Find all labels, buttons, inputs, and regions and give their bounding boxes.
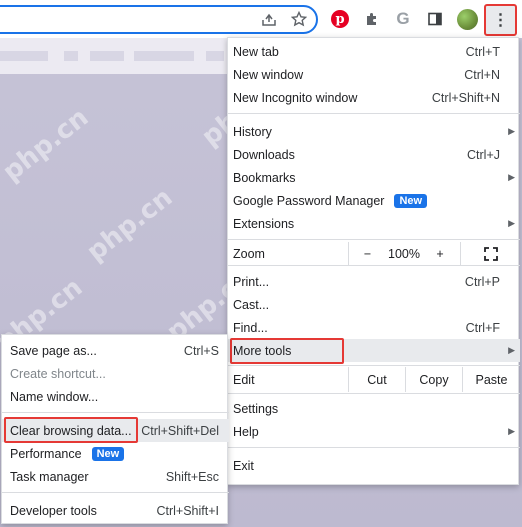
menu-item-label: Extensions [233, 216, 295, 231]
submenu-item-performance[interactable]: Performance New [2, 442, 229, 465]
menu-item-shortcut: Ctrl+P [464, 274, 500, 289]
submenu-item-name-window[interactable]: Name window... [2, 385, 229, 408]
zoom-in-button[interactable]: + [422, 242, 458, 265]
cut-button[interactable]: Cut [348, 367, 405, 392]
menu-item-find[interactable]: Find... Ctrl+F [228, 316, 520, 339]
menu-separator [228, 447, 520, 448]
submenu-item-shortcut: Ctrl+Shift+I [156, 503, 219, 518]
menu-item-edit: Edit Cut Copy Paste [228, 367, 520, 392]
menu-item-settings[interactable]: Settings [228, 397, 520, 420]
submenu-item-save-page[interactable]: Save page as... Ctrl+S [2, 339, 229, 362]
blurred-text [0, 51, 48, 61]
submenu-arrow-icon: ▶ [508, 126, 515, 136]
submenu-arrow-icon: ▶ [508, 172, 515, 182]
blurred-text [90, 51, 124, 61]
menu-separator [228, 265, 520, 266]
submenu-item-label: Performance [10, 446, 82, 461]
submenu-item-label: Name window... [10, 389, 99, 404]
menu-item-exit[interactable]: Exit [228, 454, 520, 477]
menu-item-label: Cast... [233, 297, 270, 312]
menu-separator [228, 239, 520, 240]
side-panel-icon[interactable] [424, 8, 446, 30]
menu-item-label: History [233, 124, 272, 139]
menu-item-zoom: Zoom − 100% + [228, 242, 520, 265]
profile-avatar-icon[interactable] [456, 8, 478, 30]
menu-item-label: Google Password Manager [233, 193, 385, 208]
menu-item-cast[interactable]: Cast... [228, 293, 520, 316]
menu-separator [228, 365, 520, 366]
submenu-item-label: Save page as... [10, 343, 97, 358]
submenu-item-label: Clear browsing data... [10, 423, 132, 438]
new-badge: New [394, 193, 428, 208]
menu-item-label: Bookmarks [233, 170, 296, 185]
new-badge: New [91, 446, 125, 461]
menu-item-label: More tools [233, 343, 292, 358]
menu-item-bookmarks[interactable]: Bookmarks ▶ [228, 166, 520, 189]
submenu-item-shortcut: Ctrl+S [183, 343, 219, 358]
menu-separator [2, 492, 229, 493]
menu-item-shortcut: Ctrl+F [465, 320, 500, 335]
kebab-menu-icon[interactable]: ⋮ [484, 4, 517, 36]
submenu-item-shortcut: Shift+Esc [165, 469, 219, 484]
menu-item-shortcut: Ctrl+N [464, 67, 500, 82]
menu-item-label: Exit [233, 458, 254, 473]
menu-item-print[interactable]: Print... Ctrl+P [228, 270, 520, 293]
paste-button[interactable]: Paste [462, 367, 520, 392]
menu-item-extensions[interactable]: Extensions ▶ [228, 212, 520, 235]
menu-item-downloads[interactable]: Downloads Ctrl+J [228, 143, 520, 166]
share-icon[interactable] [258, 8, 280, 30]
menu-separator [228, 393, 520, 394]
menu-item-more-tools[interactable]: More tools ▶ [228, 339, 520, 362]
extensions-icon[interactable] [361, 8, 383, 30]
menu-item-label: Help [233, 424, 259, 439]
zoom-level: 100% [388, 246, 420, 261]
blurred-text [64, 51, 78, 61]
copy-button[interactable]: Copy [405, 367, 462, 392]
menu-item-label: Settings [233, 401, 279, 416]
zoom-out-button[interactable]: − [348, 242, 386, 265]
submenu-item-task-manager[interactable]: Task manager Shift+Esc [2, 465, 229, 488]
menu-item-password-manager[interactable]: Google Password Manager New [228, 189, 520, 212]
blurred-text [206, 51, 224, 61]
page-header-strip [0, 38, 230, 74]
submenu-item-label: Create shortcut... [10, 366, 106, 381]
submenu-item-clear-browsing-data[interactable]: Clear browsing data... Ctrl+Shift+Del [2, 419, 229, 442]
menu-separator [228, 113, 520, 114]
google-icon[interactable]: G [392, 8, 414, 30]
menu-item-help[interactable]: Help ▶ [228, 420, 520, 443]
submenu-item-label: Task manager [10, 469, 89, 484]
menu-item-history[interactable]: History ▶ [228, 120, 520, 143]
menu-separator [2, 412, 229, 413]
submenu-arrow-icon: ▶ [508, 345, 515, 355]
submenu-arrow-icon: ▶ [508, 426, 515, 436]
blurred-text [134, 51, 194, 61]
submenu-item-create-shortcut: Create shortcut... [2, 362, 229, 385]
menu-item-shortcut: Ctrl+J [467, 147, 500, 162]
more-tools-submenu: Save page as... Ctrl+S Create shortcut..… [1, 334, 229, 524]
menu-item-shortcut: Ctrl+T [465, 44, 500, 59]
submenu-item-developer-tools[interactable]: Developer tools Ctrl+Shift+I [2, 499, 229, 522]
menu-item-new-incognito[interactable]: New Incognito window Ctrl+Shift+N [228, 86, 520, 109]
fullscreen-icon[interactable] [460, 242, 520, 265]
browser-toolbar: p G ⋮ [0, 0, 522, 38]
bookmark-star-icon[interactable] [288, 8, 310, 30]
submenu-arrow-icon: ▶ [508, 218, 515, 228]
menu-item-shortcut: Ctrl+Shift+N [431, 90, 500, 105]
pinterest-icon[interactable]: p [329, 8, 351, 30]
menu-item-new-tab[interactable]: New tab Ctrl+T [228, 40, 520, 63]
submenu-item-label: Developer tools [10, 503, 97, 518]
menu-item-new-window[interactable]: New window Ctrl+N [228, 63, 520, 86]
submenu-item-shortcut: Ctrl+Shift+Del [141, 423, 219, 438]
chrome-main-menu: New tab Ctrl+T New window Ctrl+N New Inc… [227, 37, 520, 485]
